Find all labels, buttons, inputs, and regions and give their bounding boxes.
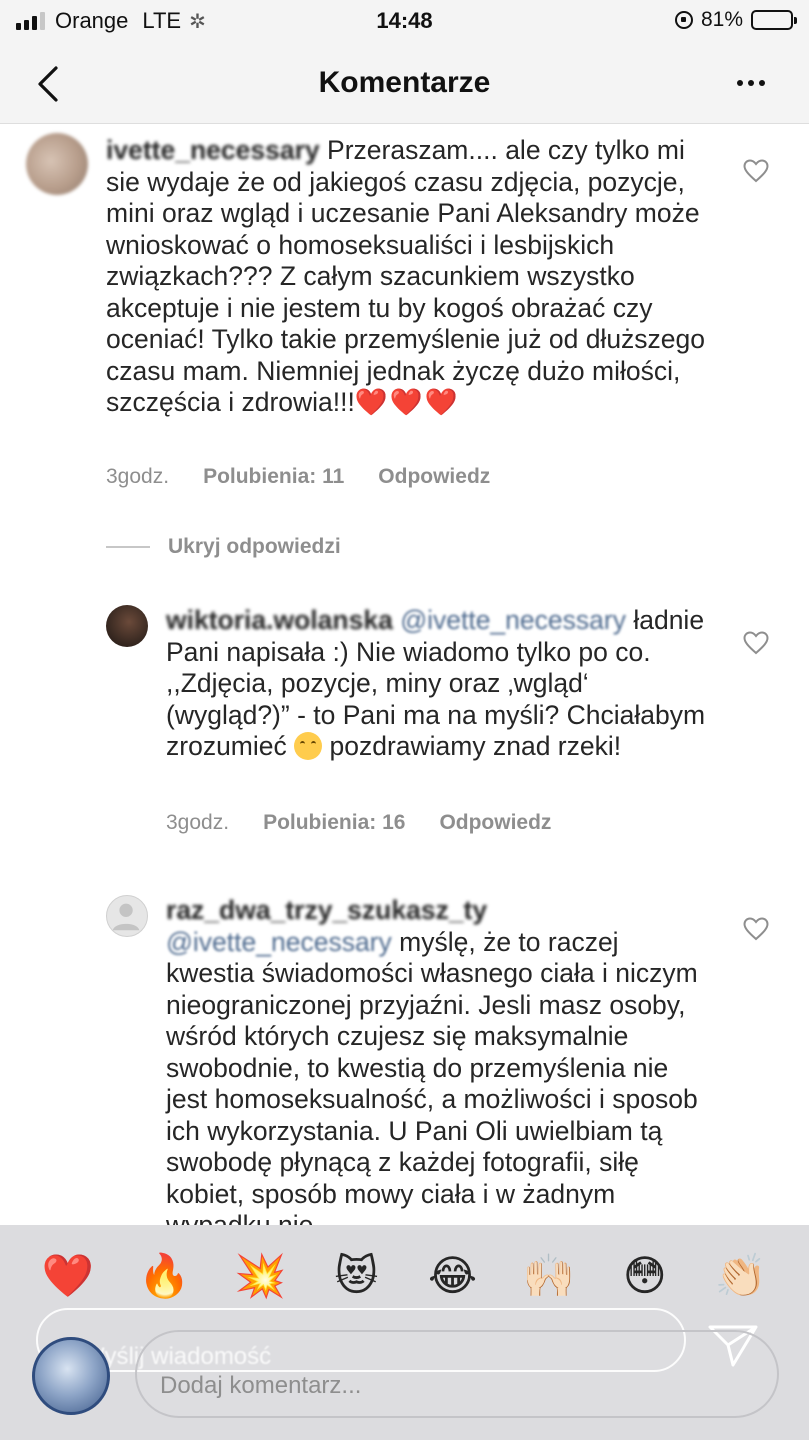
divider — [106, 546, 150, 548]
collision-emoji-button[interactable]: 💥 — [230, 1251, 290, 1301]
avatar[interactable] — [106, 605, 148, 647]
comment-meta: 3godz. Polubienia: 11 Odpowiedz — [106, 465, 524, 489]
more-options-icon[interactable] — [737, 80, 765, 86]
avatar[interactable] — [106, 895, 148, 937]
mention-link[interactable]: @ivette_necessary — [166, 927, 392, 957]
comment-text: Przeraszam.... ale czy tylko mi sie wyda… — [106, 135, 706, 417]
mention-link[interactable]: @ivette_necessary — [400, 605, 626, 635]
heart-like-icon[interactable] — [743, 159, 769, 183]
avatar[interactable] — [26, 133, 88, 195]
reply-meta: 3godz. Polubienia: 16 Odpowiedz — [166, 811, 585, 835]
comment-time: 3godz. — [106, 465, 170, 488]
emoji-reaction-row: ❤️ 🔥 💥 😻 😂 🙌🏻 😳 👏🏻 — [0, 1251, 809, 1301]
reply-username[interactable]: raz_dwa_trzy_szukasz_ty — [166, 895, 487, 925]
likes-count[interactable]: Polubienia: 11 — [203, 465, 344, 489]
comment-item: ivette_necessary Przeraszam.... ale czy … — [0, 125, 809, 525]
comments-list: ivette_necessary Przeraszam.... ale czy … — [0, 125, 809, 1225]
current-user-avatar — [32, 1337, 110, 1415]
heart-like-icon[interactable] — [743, 917, 769, 941]
hide-replies-button[interactable]: Ukryj odpowiedzi — [106, 535, 341, 559]
reply-text-end: pozdrawiamy znad rzeki! — [329, 731, 622, 761]
flushed-face-emoji-button[interactable]: 😳 — [615, 1251, 675, 1301]
status-right: 81% — [674, 8, 797, 32]
heart-like-icon[interactable] — [743, 631, 769, 655]
tears-of-joy-emoji-button[interactable]: 😂 — [423, 1251, 483, 1301]
status-bar: Orange LTE ✲ 14:48 81% — [0, 0, 809, 44]
reply-username[interactable]: wiktoria.wolanska — [166, 605, 393, 635]
reply-button[interactable]: Odpowiedz — [378, 465, 490, 489]
reply-text: myślę, że to raczej kwestia świadomości … — [166, 926, 698, 1226]
hide-replies-label: Ukryj odpowiedzi — [168, 535, 341, 558]
fire-emoji-button[interactable]: 🔥 — [134, 1251, 194, 1301]
heart-eyes-cat-emoji-button[interactable]: 😻 — [326, 1251, 386, 1301]
reply-body: wiktoria.wolanska @ivette_necessary ładn… — [166, 605, 706, 763]
reply-time: 3godz. — [166, 811, 230, 834]
reply-button[interactable]: Odpowiedz — [439, 811, 551, 835]
comment-input-placeholder: Dodaj komentarz... — [160, 1372, 362, 1399]
hearts-emoji: ❤️❤️❤️ — [354, 387, 460, 417]
likes-count[interactable]: Polubienia: 16 — [263, 811, 405, 835]
back-arrow-icon[interactable] — [34, 64, 62, 104]
comment-body: ivette_necessary Przeraszam.... ale czy … — [106, 135, 706, 419]
reaction-bar: ❤️ 🔥 💥 😻 😂 🙌🏻 😳 👏🏻 Wyślij wiadomość Doda… — [0, 1225, 809, 1440]
reply-item: raz_dwa_trzy_szukasz_ty @ivette_necessar… — [0, 885, 809, 1225]
raising-hands-emoji-button[interactable]: 🙌🏻 — [519, 1251, 579, 1301]
battery-icon — [751, 10, 797, 30]
reply-body: raz_dwa_trzy_szukasz_ty @ivette_necessar… — [166, 895, 706, 1225]
comment-username[interactable]: ivette_necessary — [106, 135, 320, 165]
rotation-lock-icon — [674, 11, 693, 29]
nav-bar: Komentarze — [0, 44, 809, 124]
reply-item: wiktoria.wolanska @ivette_necessary ładn… — [0, 595, 809, 855]
battery-percent: 81% — [700, 8, 743, 31]
default-user-icon — [112, 903, 140, 931]
page-title: Komentarze — [318, 66, 491, 99]
smiling-face-emoji-icon — [294, 732, 323, 760]
clapping-hands-emoji-button[interactable]: 👏🏻 — [711, 1251, 771, 1301]
heart-emoji-button[interactable]: ❤️ — [38, 1251, 98, 1301]
